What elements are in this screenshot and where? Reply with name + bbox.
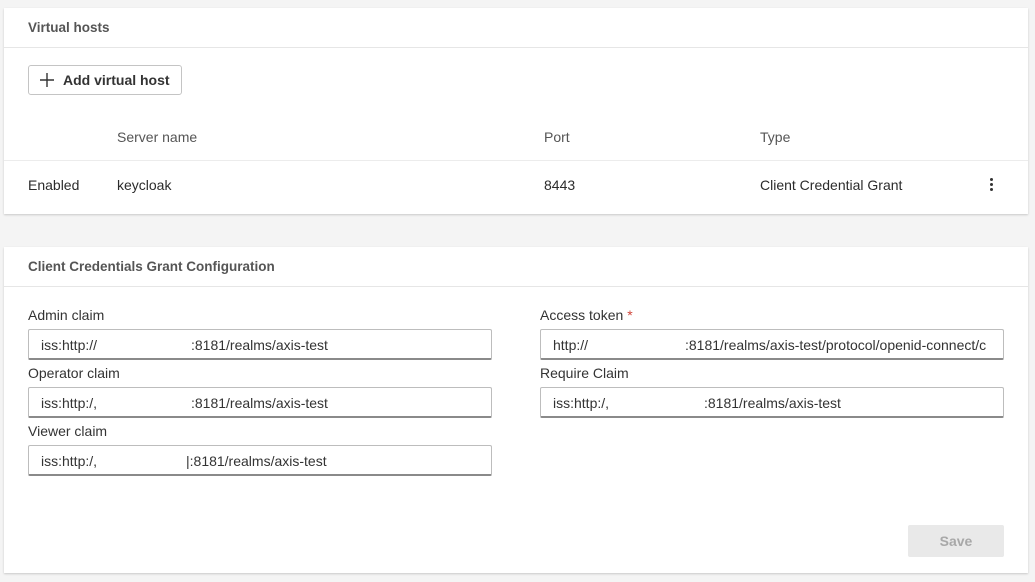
plus-icon	[39, 72, 55, 88]
kebab-menu-icon[interactable]	[981, 173, 1001, 195]
operator-claim-label: Operator claim	[28, 365, 120, 381]
operator-claim-value-suffix: :8181/realms/axis-test	[191, 395, 328, 411]
require-claim-label: Require Claim	[540, 365, 629, 381]
admin-claim-value-prefix: iss:http://	[41, 337, 98, 353]
column-header-type[interactable]: Type	[760, 129, 790, 145]
virtual-hosts-title: Virtual hosts	[4, 8, 1028, 48]
row-status: Enabled	[28, 177, 80, 193]
viewer-claim-value-prefix: iss:http:/,	[41, 453, 98, 469]
virtual-hosts-card: Virtual hosts Add virtual host Server na…	[4, 8, 1028, 214]
add-virtual-host-label: Add virtual host	[63, 72, 170, 88]
require-claim-field[interactable]: iss:http:/, :8181/realms/axis-test	[540, 387, 1004, 418]
ccg-config-title: Client Credentials Grant Configuration	[4, 247, 1028, 287]
require-claim-value-prefix: iss:http:/,	[553, 395, 610, 411]
admin-claim-field[interactable]: iss:http:// :8181/realms/axis-test	[28, 329, 492, 360]
access-token-label-text: Access token	[540, 307, 624, 323]
require-claim-value-suffix: :8181/realms/axis-test	[704, 395, 841, 411]
access-token-value-prefix: http://	[553, 337, 589, 353]
table-divider	[4, 160, 1028, 161]
access-token-field[interactable]: http:// :8181/realms/axis-test/protocol/…	[540, 329, 1004, 360]
admin-claim-label: Admin claim	[28, 307, 105, 323]
admin-claim-value-suffix: :8181/realms/axis-test	[191, 337, 328, 353]
viewer-claim-label: Viewer claim	[28, 423, 108, 439]
column-header-port[interactable]: Port	[544, 129, 570, 145]
operator-claim-value-prefix: iss:http:/,	[41, 395, 98, 411]
required-marker: *	[627, 307, 633, 323]
add-virtual-host-button[interactable]: Add virtual host	[28, 65, 182, 95]
save-button[interactable]: Save	[908, 525, 1004, 557]
row-type: Client Credential Grant	[760, 177, 903, 193]
column-header-server-name[interactable]: Server name	[117, 129, 197, 145]
operator-claim-field[interactable]: iss:http:/, :8181/realms/axis-test	[28, 387, 492, 418]
access-token-value-suffix: :8181/realms/axis-test/protocol/openid-c…	[685, 337, 987, 353]
viewer-claim-value-suffix: |:8181/realms/axis-test	[186, 453, 327, 469]
viewer-claim-field[interactable]: iss:http:/, |:8181/realms/axis-test	[28, 445, 492, 476]
access-token-label: Access token *	[540, 307, 633, 323]
row-port: 8443	[544, 177, 576, 193]
ccg-config-card: Client Credentials Grant Configuration A…	[4, 247, 1028, 573]
row-server-name: keycloak	[117, 177, 172, 193]
